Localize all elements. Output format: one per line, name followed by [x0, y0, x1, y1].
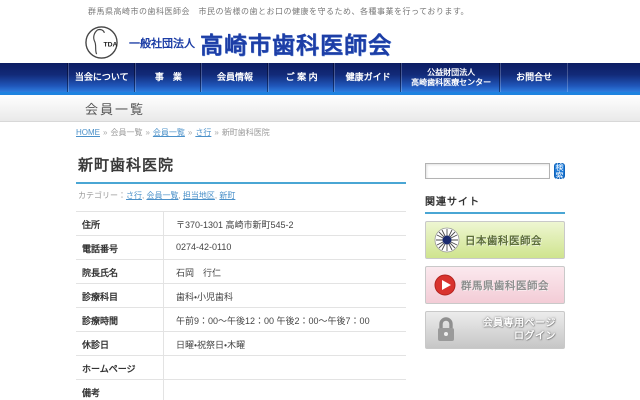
nav-item-label: 健康ガイド: [346, 72, 391, 83]
sidebar: 検索 関連サイト 日本歯科医師会: [425, 148, 565, 400]
banner-label-line1: 会員専用ページ: [483, 318, 556, 329]
field-label: ホームページ: [76, 356, 163, 379]
nav-item-members[interactable]: 会員情報: [201, 63, 268, 92]
category-line: カテゴリー：さ行, 会員一覧, 担当地区, 新町: [78, 190, 406, 201]
nav-item-label: ご 案 内: [286, 72, 318, 83]
breadcrumb-sa-row-link[interactable]: さ行: [195, 128, 211, 137]
search-box: 検索: [425, 163, 565, 179]
site-title: 高崎市歯科医師会: [200, 26, 392, 60]
nav-item-about[interactable]: 当会について: [68, 63, 135, 92]
starburst-logo-icon: [434, 227, 460, 253]
content-area: HOME»会員一覧»会員一覧»さ行»新町歯科医院 新町歯科医院 カテゴリー：さ行…: [0, 122, 640, 400]
breadcrumb-current: 新町歯科医院: [222, 128, 270, 137]
banner-japan-dental-association[interactable]: 日本歯科医師会: [425, 221, 565, 259]
table-row-hours: 診療時間 午前9：00～午後12：00 午後2：00～午後7：00: [76, 308, 406, 332]
site-header: 群馬県高崎市の歯科医師会 市民の皆様の歯とお口の健康を守るため、各種事業を行って…: [0, 0, 640, 63]
search-button[interactable]: 検索: [554, 163, 565, 179]
table-row-director: 院長氏名 石岡 行仁: [76, 260, 406, 284]
table-row-closed-days: 休診日 日曜・祝祭日・木曜: [76, 332, 406, 356]
nav-item-health-guide[interactable]: 健康ガイド: [334, 63, 401, 92]
table-row-departments: 診療科目 歯科・小児歯科: [76, 284, 406, 308]
table-row-homepage: ホームページ: [76, 356, 406, 380]
nav-item-label: 公益財団法人: [427, 68, 475, 78]
breadcrumb-member-list-link[interactable]: 会員一覧: [153, 128, 185, 137]
category-link-shinmachi[interactable]: 新町: [219, 191, 235, 200]
clinic-name-heading: 新町歯科医院: [76, 148, 406, 184]
breadcrumb-separator: »: [214, 128, 218, 137]
table-row-address: 住所 〒370-1301 高崎市新町545-2: [76, 212, 406, 236]
org-type-label: 一般社団法人: [129, 35, 195, 51]
nav-item-label: 会員情報: [217, 72, 253, 83]
nav-item-dental-center[interactable]: 公益財団法人 高崎歯科医療センター: [401, 63, 500, 92]
field-value: [163, 380, 406, 400]
field-value: 〒370-1301 高崎市新町545-2: [163, 212, 406, 235]
field-label: 診療科目: [76, 284, 163, 307]
site-tagline: 群馬県高崎市の歯科医師会 市民の皆様の歯とお口の健康を守るため、各種事業を行って…: [88, 6, 469, 17]
page: 群馬県高崎市の歯科医師会 市民の皆様の歯とお口の健康を守るため、各種事業を行って…: [0, 0, 640, 400]
nav-item-label: 事 業: [155, 72, 182, 83]
tda-logo-icon: TDA: [84, 25, 119, 60]
related-sites-heading: 関連サイト: [425, 193, 565, 214]
breadcrumb: HOME»会員一覧»会員一覧»さ行»新町歯科医院: [76, 127, 565, 138]
breadcrumb-separator: »: [188, 128, 192, 137]
category-link-district[interactable]: 担当地区: [183, 191, 215, 200]
breadcrumb-separator: »: [103, 128, 107, 137]
field-value: 歯科・小児歯科: [163, 284, 406, 307]
breadcrumb-separator: »: [145, 128, 149, 137]
clinic-info-table: 住所 〒370-1301 高崎市新町545-2 電話番号 0274-42-011…: [76, 211, 406, 400]
category-label: カテゴリー：: [78, 191, 126, 200]
field-label: 休診日: [76, 332, 163, 355]
nav-inner: 当会について 事 業 会員情報 ご 案 内 健康ガイド 公益財団法人 高崎歯科医…: [68, 63, 568, 92]
nav-item-business[interactable]: 事 業: [135, 63, 202, 92]
category-link-member-list[interactable]: 会員一覧: [146, 191, 178, 200]
nav-item-guide[interactable]: ご 案 内: [268, 63, 335, 92]
svg-text:TDA: TDA: [103, 41, 117, 48]
site-brand[interactable]: TDA 一般社団法人 高崎市歯科医師会: [84, 25, 392, 60]
banner-label: 群馬県歯科医師会: [461, 278, 549, 293]
field-value: 0274-42-0110: [163, 236, 406, 259]
field-label: 院長氏名: [76, 260, 163, 283]
field-value: [163, 356, 406, 379]
nav-item-label: 当会について: [75, 72, 129, 83]
field-label: 診療時間: [76, 308, 163, 331]
field-label: 備考: [76, 380, 163, 400]
banner-gunma-dental-association[interactable]: 群馬県歯科医師会: [425, 266, 565, 304]
page-title: 会員一覧: [85, 99, 145, 118]
nav-item-contact[interactable]: お問合せ: [500, 63, 568, 92]
table-row-phone: 電話番号 0274-42-0110: [76, 236, 406, 260]
main-column: 新町歯科医院 カテゴリー：さ行, 会員一覧, 担当地区, 新町 住所 〒370-…: [76, 148, 406, 400]
padlock-icon: [434, 316, 458, 344]
page-title-band: 会員一覧: [0, 95, 640, 122]
table-row-notes: 備考: [76, 380, 406, 400]
play-arrow-icon: [434, 274, 456, 296]
field-label: 住所: [76, 212, 163, 235]
field-value: 午前9：00～午後12：00 午後2：00～午後7：00: [163, 308, 406, 331]
field-value: 石岡 行仁: [163, 260, 406, 283]
search-input[interactable]: [425, 163, 550, 179]
nav-item-label: お問合せ: [516, 72, 552, 83]
breadcrumb-home-link[interactable]: HOME: [76, 128, 100, 137]
field-value: 日曜・祝祭日・木曜: [163, 332, 406, 355]
banner-label: 会員専用ページログイン: [463, 317, 564, 344]
nav-item-label-line2: 高崎歯科医療センター: [411, 78, 491, 88]
main-nav: 当会について 事 業 会員情報 ご 案 内 健康ガイド 公益財団法人 高崎歯科医…: [0, 63, 640, 95]
field-label: 電話番号: [76, 236, 163, 259]
breadcrumb-item: 会員一覧: [110, 128, 142, 137]
banner-member-login[interactable]: 会員専用ページログイン: [425, 311, 565, 349]
banner-label-line2: ログイン: [514, 331, 556, 342]
banner-label: 日本歯科医師会: [465, 233, 542, 248]
category-link-sa-row[interactable]: さ行: [126, 191, 142, 200]
